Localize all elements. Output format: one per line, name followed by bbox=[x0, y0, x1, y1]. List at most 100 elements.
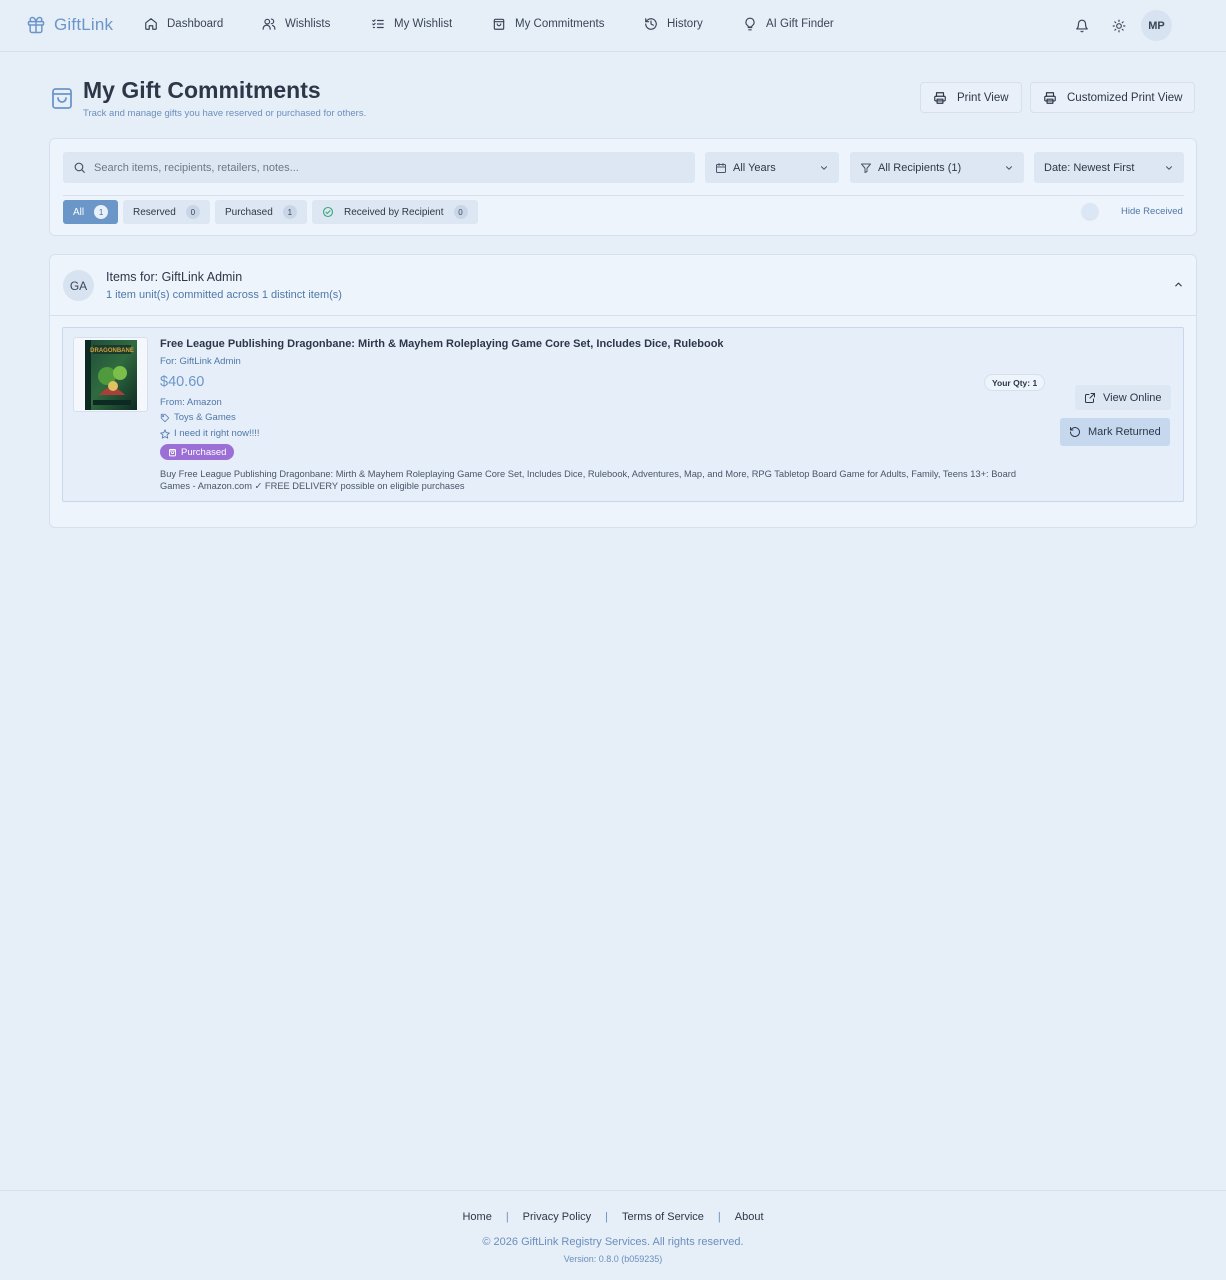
group-summary: 1 item unit(s) committed across 1 distin… bbox=[106, 289, 342, 301]
tab-count: 0 bbox=[185, 205, 200, 219]
footer-link-terms[interactable]: Terms of Service bbox=[622, 1211, 704, 1223]
note-text: I need it right now!!!! bbox=[174, 428, 260, 439]
shopping-bag-icon bbox=[168, 448, 177, 457]
brand[interactable]: GiftLink bbox=[26, 15, 113, 35]
button-label: Print View bbox=[957, 91, 1009, 104]
top-navigation: GiftLink Dashboard Wishlists My Wishlist… bbox=[0, 0, 1226, 52]
tab-label: Purchased bbox=[225, 206, 273, 218]
footer-separator: | bbox=[505, 1211, 509, 1223]
item-note: I need it right now!!!! bbox=[160, 428, 260, 439]
nav-my-commitments[interactable]: My Commitments bbox=[492, 17, 604, 31]
nav-label: AI Gift Finder bbox=[766, 18, 834, 30]
recipient-avatar: GA bbox=[63, 270, 94, 301]
category-label: Toys & Games bbox=[174, 412, 236, 423]
print-view-button[interactable]: Print View bbox=[920, 82, 1022, 113]
gift-icon bbox=[26, 15, 46, 35]
tab-count: 1 bbox=[94, 205, 109, 219]
chevron-down-icon bbox=[1004, 163, 1014, 173]
home-icon bbox=[144, 17, 158, 31]
view-online-button[interactable]: View Online bbox=[1075, 385, 1171, 410]
nav-label: My Wishlist bbox=[394, 18, 453, 30]
nav-my-wishlist[interactable]: My Wishlist bbox=[371, 17, 452, 31]
list-check-icon bbox=[371, 17, 385, 31]
copyright: © 2026 GiftLink Registry Services. All r… bbox=[482, 1236, 744, 1248]
footer-link-privacy[interactable]: Privacy Policy bbox=[523, 1211, 591, 1223]
nav-label: Wishlists bbox=[285, 18, 331, 30]
footer-link-about[interactable]: About bbox=[735, 1211, 764, 1223]
theme-toggle-button[interactable] bbox=[1112, 19, 1126, 33]
chevron-up-icon bbox=[1173, 279, 1184, 290]
chevron-down-icon bbox=[1164, 163, 1174, 173]
recipients-select-value: All Recipients (1) bbox=[878, 161, 962, 174]
year-select[interactable]: All Years bbox=[705, 152, 839, 183]
notifications-button[interactable] bbox=[1075, 19, 1089, 33]
nav-history[interactable]: History bbox=[644, 17, 703, 31]
search-icon bbox=[73, 161, 86, 174]
user-menu-button[interactable]: MP bbox=[1141, 10, 1172, 41]
item-category: Toys & Games bbox=[160, 412, 236, 423]
chevron-down-icon bbox=[819, 163, 829, 173]
status-tab-reserved[interactable]: Reserved 0 bbox=[123, 200, 210, 224]
calendar-icon bbox=[715, 162, 727, 174]
box-cover-title: DRAGONBANE bbox=[90, 348, 134, 354]
recipient-group: GA Items for: GiftLink Admin 1 item unit… bbox=[49, 254, 1197, 528]
printer-icon bbox=[933, 91, 947, 105]
status-tab-all[interactable]: All 1 bbox=[63, 200, 119, 224]
search-input[interactable] bbox=[94, 161, 674, 174]
status-label: Purchased bbox=[181, 446, 227, 458]
external-link-icon bbox=[1084, 392, 1096, 404]
sort-select-value: Date: Newest First bbox=[1044, 161, 1135, 174]
footer-link-home[interactable]: Home bbox=[462, 1211, 491, 1223]
bell-icon bbox=[1075, 19, 1089, 33]
star-icon bbox=[160, 428, 170, 439]
version: Version: 0.8.0 (b059235) bbox=[563, 1254, 663, 1264]
item-recipient: For: GiftLink Admin bbox=[160, 356, 241, 367]
printer-icon bbox=[1043, 91, 1057, 105]
collapse-button[interactable] bbox=[1173, 279, 1184, 290]
hide-received-toggle[interactable] bbox=[1082, 203, 1098, 219]
nav-label: Dashboard bbox=[167, 18, 224, 30]
item-image[interactable]: DRAGONBANE bbox=[73, 337, 148, 412]
nav-ai-gift-finder[interactable]: AI Gift Finder bbox=[743, 17, 834, 31]
footer: Home | Privacy Policy | Terms of Service… bbox=[0, 1190, 1226, 1280]
nav-label: My Commitments bbox=[515, 18, 605, 30]
group-title: Items for: GiftLink Admin bbox=[106, 270, 243, 284]
search-box[interactable] bbox=[63, 152, 695, 183]
status-tab-received[interactable]: Received by Recipient 0 bbox=[312, 200, 478, 224]
tab-label: Received by Recipient bbox=[344, 206, 444, 218]
tag-icon bbox=[160, 413, 170, 423]
shopping-bag-icon bbox=[492, 17, 506, 31]
check-circle-icon bbox=[322, 206, 334, 218]
customized-print-view-button[interactable]: Customized Print View bbox=[1030, 82, 1196, 113]
recipients-select[interactable]: All Recipients (1) bbox=[850, 152, 1024, 183]
button-label: Mark Returned bbox=[1088, 426, 1161, 438]
status-tab-purchased[interactable]: Purchased 1 bbox=[215, 200, 307, 224]
item-retailer: From: Amazon bbox=[160, 397, 222, 408]
hide-received-label: Hide Received bbox=[1121, 206, 1183, 217]
year-select-value: All Years bbox=[733, 161, 776, 174]
group-header[interactable]: GA Items for: GiftLink Admin 1 item unit… bbox=[50, 255, 1196, 316]
item-description: Buy Free League Publishing Dragonbane: M… bbox=[160, 469, 1017, 491]
nav-dashboard[interactable]: Dashboard bbox=[144, 17, 223, 31]
quantity-badge: Your Qty: 1 bbox=[984, 374, 1046, 391]
mark-returned-button[interactable]: Mark Returned bbox=[1060, 418, 1170, 446]
users-icon bbox=[262, 17, 276, 31]
tab-count: 1 bbox=[282, 205, 297, 219]
button-label: View Online bbox=[1103, 391, 1162, 404]
history-icon bbox=[644, 17, 658, 31]
item-price: $40.60 bbox=[160, 374, 205, 390]
dragonbane-box-art: DRAGONBANE bbox=[84, 339, 137, 410]
page-title: My Gift Commitments bbox=[83, 77, 321, 103]
nav-wishlists[interactable]: Wishlists bbox=[262, 17, 330, 31]
button-label: Customized Print View bbox=[1067, 91, 1183, 104]
tab-label: Reserved bbox=[133, 206, 176, 218]
sort-select[interactable]: Date: Newest First bbox=[1034, 152, 1184, 183]
footer-links: Home | Privacy Policy | Terms of Service… bbox=[0, 1211, 1226, 1223]
status-badge: Purchased bbox=[160, 444, 235, 460]
item-title[interactable]: Free League Publishing Dragonbane: Mirth… bbox=[160, 338, 724, 350]
commitment-item: DRAGONBANE Free League Publishing Dragon… bbox=[62, 327, 1184, 502]
divider bbox=[63, 195, 1184, 196]
nav-label: History bbox=[667, 18, 703, 30]
tab-count: 0 bbox=[453, 205, 468, 219]
filter-icon bbox=[860, 162, 872, 174]
